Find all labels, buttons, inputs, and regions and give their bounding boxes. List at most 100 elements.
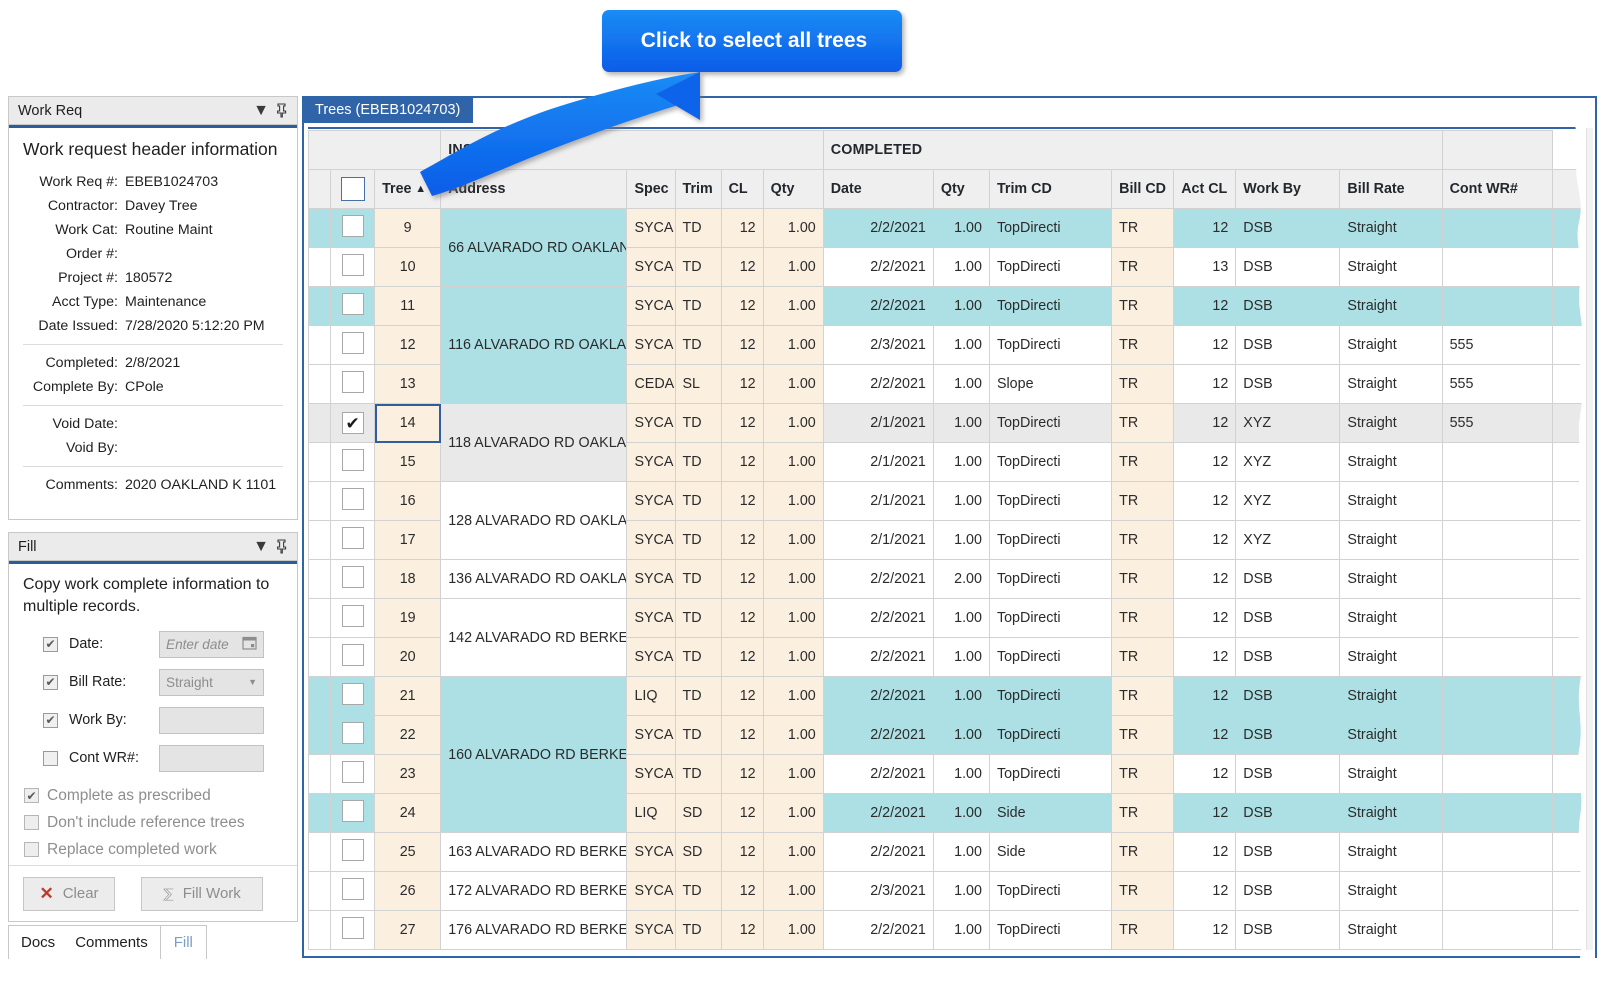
cell-date[interactable]: 2/2/2021 [822,832,934,872]
cell-address[interactable]: 142 ALVARADO RD BERKELEY [440,598,628,677]
cell-trim-cd[interactable]: Slope [988,364,1113,404]
cell-date[interactable]: 2/1/2021 [822,442,934,482]
column-header-address[interactable]: Address [440,169,628,209]
cell-spec[interactable]: SYCA [626,481,676,521]
cell-bill-cd[interactable]: TR [1111,871,1175,911]
cell-cont-wr[interactable]: 555 [1441,364,1553,404]
table-row[interactable]: 27176 ALVARADO RD BERKELEYSYCATD121.002/… [308,910,1591,950]
cell-tree[interactable]: 23 [374,754,442,794]
cell-work-by[interactable]: DSB [1235,637,1341,677]
cell-bill-cd[interactable]: TR [1111,715,1175,755]
cell-trim[interactable]: TD [674,286,722,326]
cell-cl[interactable]: 12 [720,754,764,794]
cell-cl[interactable]: 12 [720,325,764,365]
cell-cl[interactable]: 12 [720,520,764,560]
row-select-checkbox[interactable] [341,566,364,588]
cell-cont-wr[interactable] [1441,637,1553,677]
cell-cl[interactable]: 12 [720,871,764,911]
cell-address[interactable]: 136 ALVARADO RD OAKLAND [440,559,628,599]
cell-completed-qty[interactable]: 1.00 [932,325,990,365]
column-header-tree[interactable]: Tree ▲ [374,169,442,209]
cell-trim-cd[interactable]: Side [988,793,1113,833]
cell-tree[interactable]: 15 [374,442,442,482]
grid-tab-trees[interactable]: Trees (EBEB1024703) [302,96,474,123]
row-select-checkbox-cell[interactable]: ✔ [330,403,376,443]
pin-icon[interactable] [271,537,291,557]
cell-cont-wr[interactable] [1441,832,1553,872]
cell-act-cl[interactable]: 12 [1173,325,1237,365]
cell-act-cl[interactable]: 12 [1173,793,1237,833]
option-complete-as-prescribed[interactable]: Complete as prescribed [9,782,297,809]
cell-act-cl[interactable]: 12 [1173,208,1237,248]
column-header-spec[interactable]: Spec [626,169,676,209]
cell-cont-wr[interactable] [1441,910,1553,950]
cell-bill-cd[interactable]: TR [1111,286,1175,326]
chevron-down-icon[interactable]: ▼ [248,677,257,687]
cell-bill-cd[interactable]: TR [1111,559,1175,599]
bill-rate-select[interactable]: Straight ▼ [159,668,264,696]
cell-completed-qty[interactable]: 1.00 [932,676,990,716]
cell-qty[interactable]: 1.00 [762,832,824,872]
row-select-checkbox[interactable] [341,722,364,744]
cell-completed-qty[interactable]: 1.00 [932,364,990,404]
row-select-checkbox-cell[interactable] [330,247,376,287]
option-replace-completed-work[interactable]: Replace completed work [9,836,297,863]
cell-bill-cd[interactable]: TR [1111,676,1175,716]
cell-act-cl[interactable]: 12 [1173,559,1237,599]
cell-bill-rate[interactable]: Straight [1339,559,1443,599]
cont-wr-input[interactable] [159,744,264,772]
row-select-checkbox-cell[interactable] [330,793,376,833]
cell-bill-cd[interactable]: TR [1111,910,1175,950]
cell-date[interactable]: 2/2/2021 [822,676,934,716]
cell-trim[interactable]: SL [674,364,722,404]
cell-cl[interactable]: 12 [720,286,764,326]
cell-act-cl[interactable]: 12 [1173,364,1237,404]
cell-qty[interactable]: 1.00 [762,676,824,716]
cell-qty[interactable]: 1.00 [762,715,824,755]
column-header-cont-wr[interactable]: Cont WR# [1441,169,1553,209]
cell-qty[interactable]: 1.00 [762,442,824,482]
cell-completed-qty[interactable]: 1.00 [932,871,990,911]
row-select-checkbox[interactable] [341,527,364,549]
cell-completed-qty[interactable]: 1.00 [932,598,990,638]
cell-trim[interactable]: TD [674,325,722,365]
cell-cont-wr[interactable] [1441,247,1553,287]
cell-tree[interactable]: 10 [374,247,442,287]
cell-spec[interactable]: LIQ [626,793,676,833]
cell-address[interactable]: 176 ALVARADO RD BERKELEY [440,910,628,950]
row-select-checkbox-cell[interactable] [330,910,376,950]
row-select-checkbox[interactable] [341,254,364,276]
cell-date[interactable]: 2/2/2021 [822,637,934,677]
cell-bill-rate[interactable]: Straight [1339,325,1443,365]
row-select-checkbox[interactable] [341,605,364,627]
cell-date[interactable]: 2/2/2021 [822,208,934,248]
replace-completed-work-checkbox[interactable] [24,842,39,857]
cell-trim[interactable]: TD [674,403,722,443]
cell-tree[interactable]: 17 [374,520,442,560]
cell-tree[interactable]: 25 [374,832,442,872]
cell-completed-qty[interactable]: 1.00 [932,247,990,287]
cell-tree[interactable]: 24 [374,793,442,833]
cell-trim-cd[interactable]: TopDirecti [988,754,1113,794]
cell-act-cl[interactable]: 13 [1173,247,1237,287]
table-row[interactable]: 26172 ALVARADO RD BERKELEYSYCATD121.002/… [308,871,1591,911]
cell-trim[interactable]: TD [674,559,722,599]
cell-completed-qty[interactable]: 1.00 [932,481,990,521]
cell-work-by[interactable]: XYZ [1235,403,1341,443]
cell-cont-wr[interactable] [1441,676,1553,716]
cell-cl[interactable]: 12 [720,715,764,755]
cell-date[interactable]: 2/1/2021 [822,520,934,560]
cell-bill-cd[interactable]: TR [1111,481,1175,521]
tab-comments[interactable]: Comments [75,934,148,951]
cell-bill-cd[interactable]: TR [1111,793,1175,833]
table-row[interactable]: 25163 ALVARADO RD BERKELEYSYCASD121.002/… [308,832,1591,872]
row-select-checkbox[interactable] [341,371,364,393]
cell-bill-cd[interactable]: TR [1111,403,1175,443]
cell-date[interactable]: 2/2/2021 [822,793,934,833]
cell-bill-cd[interactable]: TR [1111,364,1175,404]
cell-trim[interactable]: TD [674,754,722,794]
cell-address[interactable]: 116 ALVARADO RD OAKLAND [440,286,628,404]
cell-bill-rate[interactable]: Straight [1339,442,1443,482]
complete-as-prescribed-checkbox[interactable] [24,788,39,803]
cell-cl[interactable]: 12 [720,637,764,677]
